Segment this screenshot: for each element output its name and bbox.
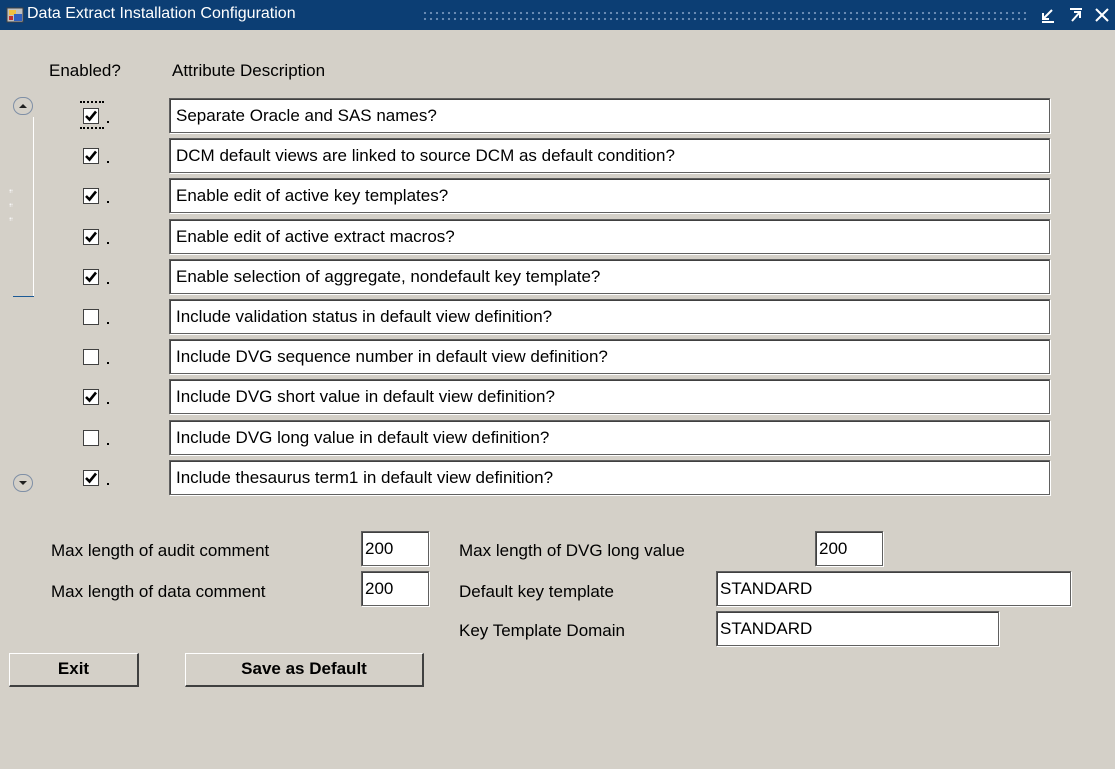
key-template-field[interactable]: STANDARD	[716, 571, 1071, 606]
save-as-default-button[interactable]: Save as Default	[185, 653, 424, 687]
attribute-description-text: Include thesaurus term1 in default view …	[176, 468, 554, 487]
checkbox-suffix	[107, 242, 109, 244]
attribute-description-text: Enable edit of active key templates?	[176, 186, 449, 205]
attribute-description-text: Enable edit of active extract macros?	[176, 227, 455, 246]
attribute-description-field[interactable]: Include DVG sequence number in default v…	[169, 339, 1050, 374]
checkbox-suffix	[107, 201, 109, 203]
key-domain-label: Key Template Domain	[459, 621, 625, 640]
table-row: Include DVG short value in default view …	[0, 378, 1115, 414]
attribute-description-text: Enable selection of aggregate, nondefaul…	[176, 267, 601, 286]
data-comment-field[interactable]: 200	[361, 571, 429, 606]
table-row: Include DVG long value in default view d…	[0, 419, 1115, 455]
title-bar[interactable]: Data Extract Installation Configuration	[0, 0, 1115, 30]
dvg-long-field[interactable]: 200	[815, 531, 883, 566]
attribute-description-field[interactable]: Enable selection of aggregate, nondefaul…	[169, 259, 1050, 294]
table-row: Enable edit of active key templates?	[0, 177, 1115, 213]
audit-comment-label: Max length of audit comment	[51, 541, 270, 560]
exit-button[interactable]: Exit	[9, 653, 139, 687]
key-template-label: Default key template	[459, 582, 614, 601]
attribute-description-text: DCM default views are linked to source D…	[176, 146, 675, 165]
window-title: Data Extract Installation Configuration	[27, 5, 296, 22]
attribute-description-text: Include DVG sequence number in default v…	[176, 347, 608, 366]
checkbox-suffix	[107, 443, 109, 445]
enabled-column-header: Enabled?	[49, 61, 121, 80]
checkbox-suffix	[107, 402, 109, 404]
title-bar-grip	[422, 10, 1028, 23]
attribute-description-text: Include DVG long value in default view d…	[176, 428, 550, 447]
enabled-checkbox-checked[interactable]	[83, 470, 99, 486]
enabled-checkbox-unchecked[interactable]	[83, 430, 99, 446]
table-row: Enable edit of active extract macros?	[0, 218, 1115, 254]
checkbox-suffix	[107, 121, 109, 123]
enabled-checkbox-unchecked[interactable]	[83, 309, 99, 325]
attribute-description-field[interactable]: Include validation status in default vie…	[169, 299, 1050, 334]
close-icon[interactable]	[1094, 7, 1110, 23]
dvg-long-label: Max length of DVG long value	[459, 541, 685, 560]
table-row: Include validation status in default vie…	[0, 298, 1115, 334]
enabled-checkbox-checked[interactable]	[83, 108, 99, 124]
enabled-checkbox-checked[interactable]	[83, 389, 99, 405]
attribute-description-field[interactable]: Include DVG short value in default view …	[169, 379, 1050, 414]
attribute-description-text: Include DVG short value in default view …	[176, 387, 555, 406]
attribute-description-field[interactable]: Include DVG long value in default view d…	[169, 420, 1050, 455]
attribute-description-field[interactable]: Include thesaurus term1 in default view …	[169, 460, 1050, 495]
attribute-description-text: Include validation status in default vie…	[176, 307, 553, 326]
description-column-header: Attribute Description	[172, 61, 326, 80]
checkbox-suffix	[107, 322, 109, 324]
maximize-icon[interactable]	[1068, 7, 1084, 23]
enabled-checkbox-unchecked[interactable]	[83, 349, 99, 365]
attribute-description-field[interactable]: DCM default views are linked to source D…	[169, 138, 1050, 173]
checkbox-suffix	[107, 483, 109, 485]
checkbox-suffix	[107, 362, 109, 364]
enabled-checkbox-checked[interactable]	[83, 188, 99, 204]
audit-comment-field[interactable]: 200	[361, 531, 429, 566]
enabled-checkbox-checked[interactable]	[83, 269, 99, 285]
attribute-description-field[interactable]: Separate Oracle and SAS names?	[169, 98, 1050, 133]
table-row: DCM default views are linked to source D…	[0, 137, 1115, 173]
attribute-description-field[interactable]: Enable edit of active extract macros?	[169, 219, 1050, 254]
attribute-description-field[interactable]: Enable edit of active key templates?	[169, 178, 1050, 213]
table-row: Enable selection of aggregate, nondefaul…	[0, 258, 1115, 294]
focus-indicator	[80, 127, 104, 129]
minimize-icon[interactable]	[1040, 7, 1056, 23]
checkbox-suffix	[107, 282, 109, 284]
config-window: Data Extract Installation Configuration …	[0, 0, 1115, 769]
key-domain-field[interactable]: STANDARD	[716, 611, 999, 646]
data-comment-label: Max length of data comment	[51, 582, 266, 601]
focus-indicator	[80, 101, 104, 103]
enabled-checkbox-checked[interactable]	[83, 229, 99, 245]
checkbox-suffix	[107, 161, 109, 163]
app-icon	[6, 7, 24, 23]
attribute-description-text: Separate Oracle and SAS names?	[176, 106, 437, 125]
table-row: Separate Oracle and SAS names?	[0, 97, 1115, 133]
enabled-checkbox-checked[interactable]	[83, 148, 99, 164]
table-row: Include thesaurus term1 in default view …	[0, 459, 1115, 495]
table-row: Include DVG sequence number in default v…	[0, 338, 1115, 374]
